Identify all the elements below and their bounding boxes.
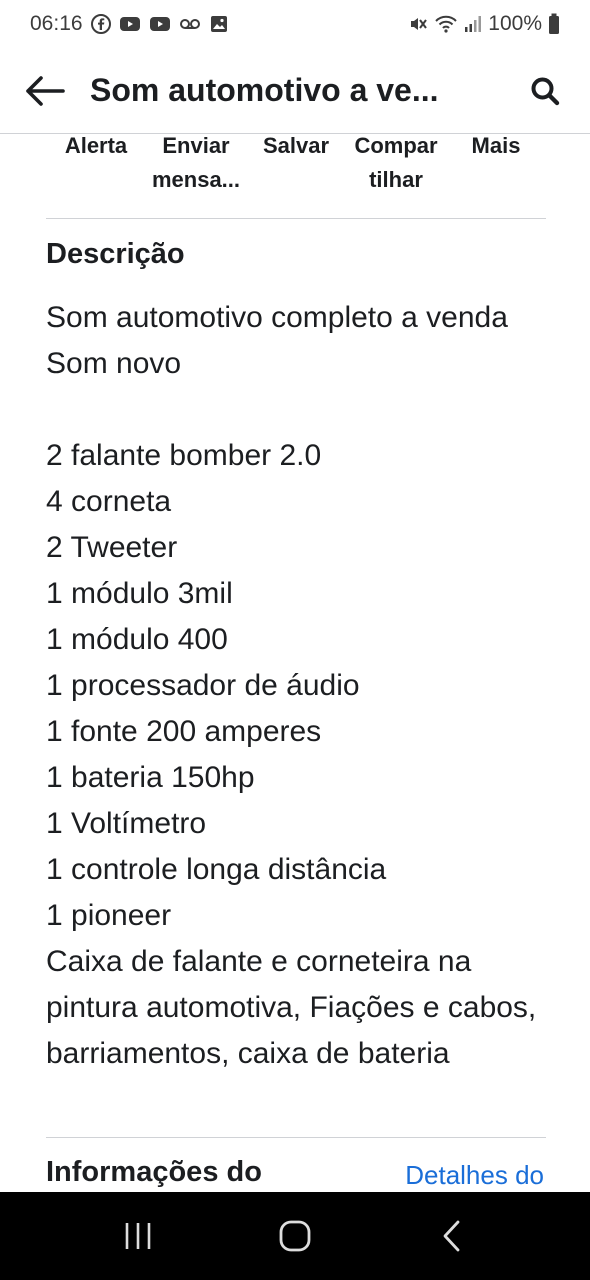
description-line: 1 controle longa distância [46,853,387,886]
description-line: 1 processador de áudio [46,669,360,702]
description-line: 2 Tweeter [46,531,178,564]
status-right: 100% [408,12,560,36]
mute-icon [408,14,428,34]
seller-details-link[interactable]: Detalhes do [405,1160,544,1191]
status-bar: 06:16 100% [0,0,590,48]
send-message-button[interactable]: Enviar mensa... [146,128,246,218]
description-line: 1 módulo 400 [46,623,228,656]
page-title: Som automotivo a ve... [90,72,439,108]
description-line: 1 Voltímetro [46,807,207,840]
search-button[interactable] [500,48,590,134]
description-line: 1 pioneer [46,899,172,932]
recents-button[interactable] [98,1206,178,1266]
description-line: 1 bateria 150hp [46,761,255,794]
screen: 06:16 100% Som automotivo a ve... Alerta… [0,0,590,1280]
chevron-left-icon [443,1220,460,1252]
app-header: Som automotivo a ve... [0,48,590,134]
battery-percent: 100% [488,12,542,35]
save-button[interactable]: Salvar [246,128,346,218]
back-button[interactable] [0,48,90,134]
voicemail-icon [179,17,201,31]
signal-icon [464,15,482,33]
search-icon [531,77,560,105]
description-outro: Caixa de falante e corneteira na pintura… [46,945,537,1070]
action-row: Alerta Enviar mensa... Salvar Compar til… [46,128,546,219]
back-nav-button[interactable] [412,1206,492,1266]
arrow-left-icon [26,75,65,106]
section-divider [46,1137,546,1138]
wifi-icon [434,14,458,34]
status-time: 06:16 [30,12,83,35]
alert-button[interactable]: Alerta [46,128,146,218]
share-button[interactable]: Compar tilhar [346,128,446,218]
youtube-icon [149,15,171,33]
description-line: 1 módulo 3mil [46,577,233,610]
description-body: Som automotivo completo a venda Som novo… [46,295,546,1077]
more-button[interactable]: Mais [446,128,546,218]
youtube-icon [119,15,141,33]
description-title: Descrição [46,238,185,270]
description-line: 2 falante bomber 2.0 [46,439,322,472]
home-icon [279,1220,311,1252]
battery-icon [548,13,560,35]
recents-icon [126,1223,151,1249]
status-left: 06:16 [30,12,229,36]
seller-info-title: Informações do [46,1156,262,1188]
gallery-icon [209,14,229,34]
system-nav-bar [0,1192,590,1280]
description-intro: Som automotivo completo a venda Som novo [46,301,508,380]
description-line: 1 fonte 200 amperes [46,715,322,748]
home-button[interactable] [255,1206,335,1266]
description-line: 4 corneta [46,485,172,518]
facebook-icon [90,14,111,34]
